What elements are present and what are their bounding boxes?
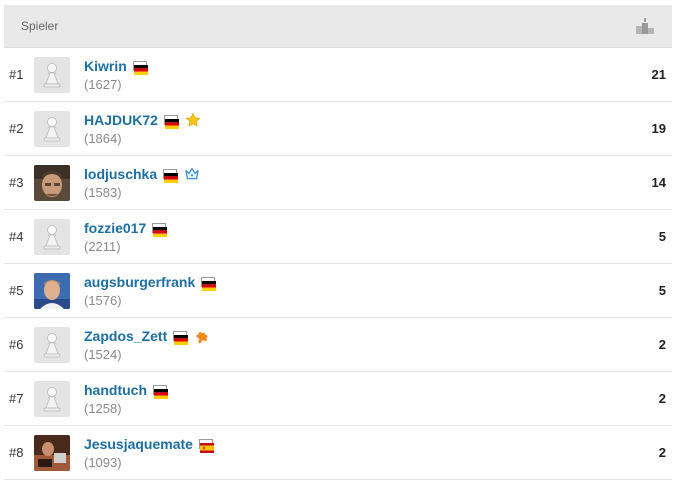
player-info: augsburgerfrank (1576) [84,273,217,308]
player-name-line: handtuch [84,381,168,399]
table-row: #3 lodjuschka (1583) 14 [4,156,672,210]
player-name-line: Zapdos_Zett [84,327,210,345]
player-score: 2 [658,337,666,352]
rank-label: #5 [9,283,24,298]
rank-label: #6 [9,337,24,352]
player-rating: (1627) [84,77,122,92]
table-row: #8 Jesusjaquemate (1093) 2 [4,426,672,480]
avatar[interactable] [34,272,70,309]
player-name-line: Kiwrin [84,57,148,75]
avatar[interactable] [34,164,70,201]
avatar[interactable] [34,218,70,255]
player-name-link[interactable]: Jesusjaquemate [84,436,193,452]
podium-icon [636,18,654,34]
players-column-header: Spieler [21,19,59,33]
player-rating: (2211) [84,239,121,254]
player-list: #1 Kiwrin (1627) 21 #2 HAJDUK72 (1864) 1… [4,48,672,480]
player-name-line: Jesusjaquemate [84,435,214,453]
puzzle-icon [194,328,210,344]
player-score: 2 [658,445,666,460]
player-name-line: lodjuschka [84,165,200,183]
germany-flag-icon [201,277,217,291]
player-rating: (1258) [84,401,122,416]
germany-flag-icon [132,61,148,75]
table-row: #4 fozzie017 (2211) 5 [4,210,672,264]
player-name-link[interactable]: augsburgerfrank [84,274,195,290]
germany-flag-icon [153,385,168,399]
rank-label: #8 [9,445,24,460]
table-row: #6 Zapdos_Zett (1524) 2 [4,318,672,372]
leaderboard: Spieler #1 Kiwrin (1627) 21 #2 HAJDUK72 … [4,5,672,480]
crown-icon [184,166,200,182]
rank-label: #3 [9,175,24,190]
player-name-link[interactable]: handtuch [84,382,147,398]
player-name-link[interactable]: fozzie017 [84,220,146,236]
avatar[interactable] [34,56,70,93]
star-icon [185,112,201,128]
avatar[interactable] [34,434,70,471]
rank-label: #2 [9,121,24,136]
germany-flag-icon [163,169,179,183]
player-info: Kiwrin (1627) [84,57,148,92]
player-info: HAJDUK72 (1864) [84,111,201,146]
player-name-link[interactable]: Zapdos_Zett [84,328,167,344]
player-rating: (1524) [84,347,122,362]
player-score: 19 [651,121,666,136]
germany-flag-icon [163,115,179,129]
player-name-link[interactable]: HAJDUK72 [84,112,158,128]
player-name-link[interactable]: Kiwrin [84,58,127,74]
germany-flag-icon [173,331,189,345]
avatar[interactable] [34,380,70,417]
table-row: #2 HAJDUK72 (1864) 19 [4,102,672,156]
player-name-link[interactable]: lodjuschka [84,166,157,182]
table-row: #5 augsburgerfrank (1576) 5 [4,264,672,318]
player-rating: (1576) [84,293,122,308]
table-row: #1 Kiwrin (1627) 21 [4,48,672,102]
player-name-line: augsburgerfrank [84,273,217,291]
table-header: Spieler [4,5,672,48]
rank-label: #7 [9,391,24,406]
rank-label: #1 [9,67,24,82]
player-score: 14 [651,175,666,190]
player-info: Zapdos_Zett (1524) [84,327,210,362]
player-rating: (1583) [84,185,122,200]
player-score: 21 [651,67,666,82]
germany-flag-icon [152,223,168,237]
player-name-line: HAJDUK72 [84,111,201,129]
player-rating: (1864) [84,131,122,146]
player-score: 2 [658,391,666,406]
player-info: handtuch (1258) [84,381,168,416]
player-name-line: fozzie017 [84,219,168,237]
player-info: lodjuschka (1583) [84,165,200,200]
player-rating: (1093) [84,455,122,470]
avatar[interactable] [34,326,70,363]
spain-flag-icon [198,439,214,453]
player-info: fozzie017 (2211) [84,219,168,254]
avatar[interactable] [34,110,70,147]
player-info: Jesusjaquemate (1093) [84,435,214,470]
rank-label: #4 [9,229,24,244]
table-row: #7 handtuch (1258) 2 [4,372,672,426]
player-score: 5 [658,229,666,244]
player-score: 5 [658,283,666,298]
